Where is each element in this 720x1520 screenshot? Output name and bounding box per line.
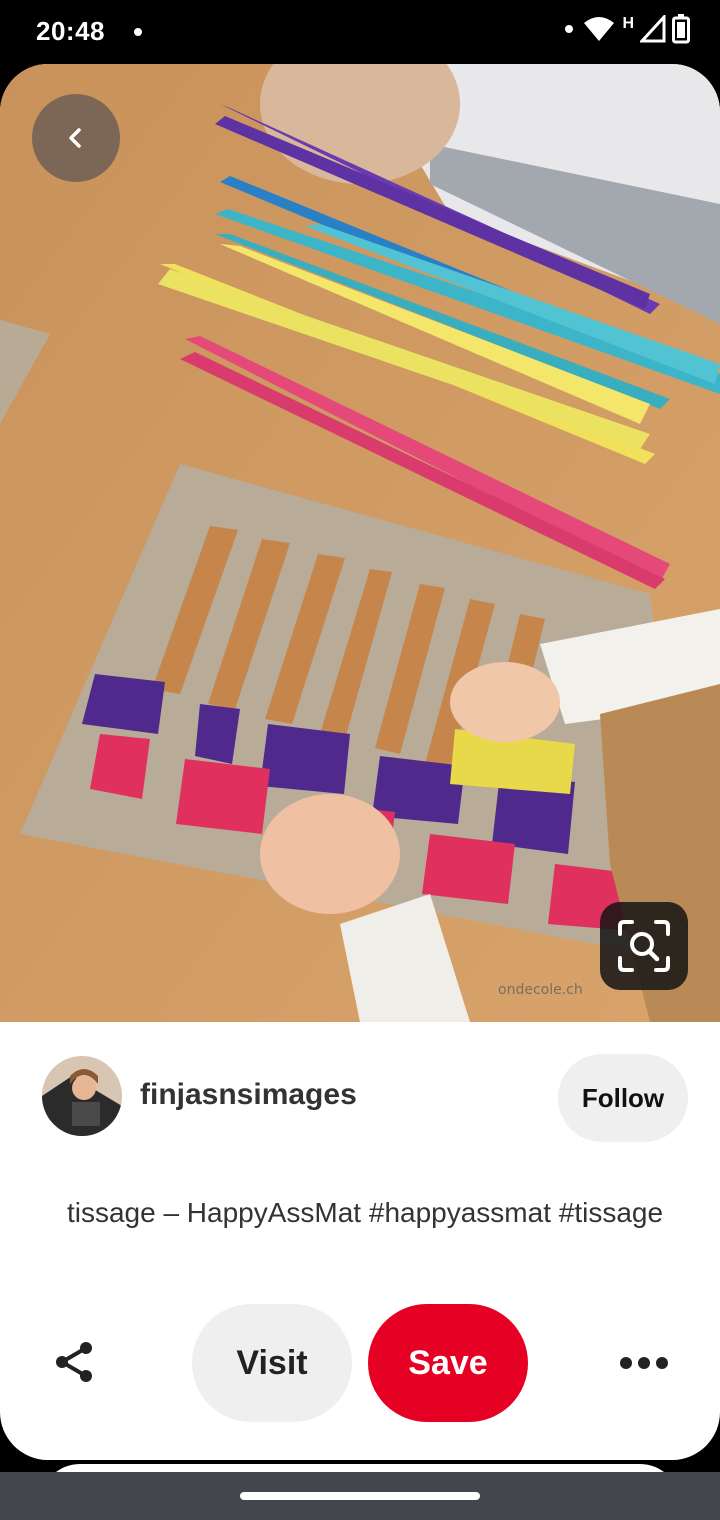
status-bar: 20:48 H [0,0,720,64]
network-type-label: H [622,15,634,32]
image-watermark: ondecole.ch [498,982,583,998]
creator-row: finjasnsimages Follow [0,1054,720,1144]
home-indicator[interactable] [240,1492,480,1500]
signal-icon [640,15,666,43]
avatar-photo [42,1056,122,1136]
share-icon [56,1342,92,1382]
battery-icon [672,14,690,44]
more-options-icon [620,1357,668,1369]
system-nav-bar [0,1472,720,1520]
dot-icon [565,25,574,33]
pin-card: ondecole.ch finjasnsimages Follow tissag… [0,64,720,1460]
action-bar: Visit Save [0,1302,720,1424]
back-button[interactable] [32,94,120,182]
pin-description: tissage – HappyAssMat #happyassmat #tiss… [66,1197,664,1228]
creator-name[interactable]: finjasnsimages [140,1078,357,1112]
status-icons: H [562,14,690,44]
more-options-button[interactable] [612,1338,676,1388]
paper-weaving-photo: ondecole.ch [0,64,720,1022]
wifi-icon [584,17,615,41]
creator-avatar[interactable] [42,1056,122,1136]
notification-dot-icon [134,28,142,36]
visual-search-button[interactable] [600,902,688,990]
back-arrow-icon [69,128,81,148]
visual-search-icon [618,920,670,972]
share-button[interactable] [44,1332,104,1392]
visit-button[interactable]: Visit [192,1304,352,1422]
save-button[interactable]: Save [368,1304,528,1422]
follow-button[interactable]: Follow [558,1054,688,1142]
status-time: 20:48 [36,16,105,46]
pin-image[interactable]: ondecole.ch [0,64,720,1022]
